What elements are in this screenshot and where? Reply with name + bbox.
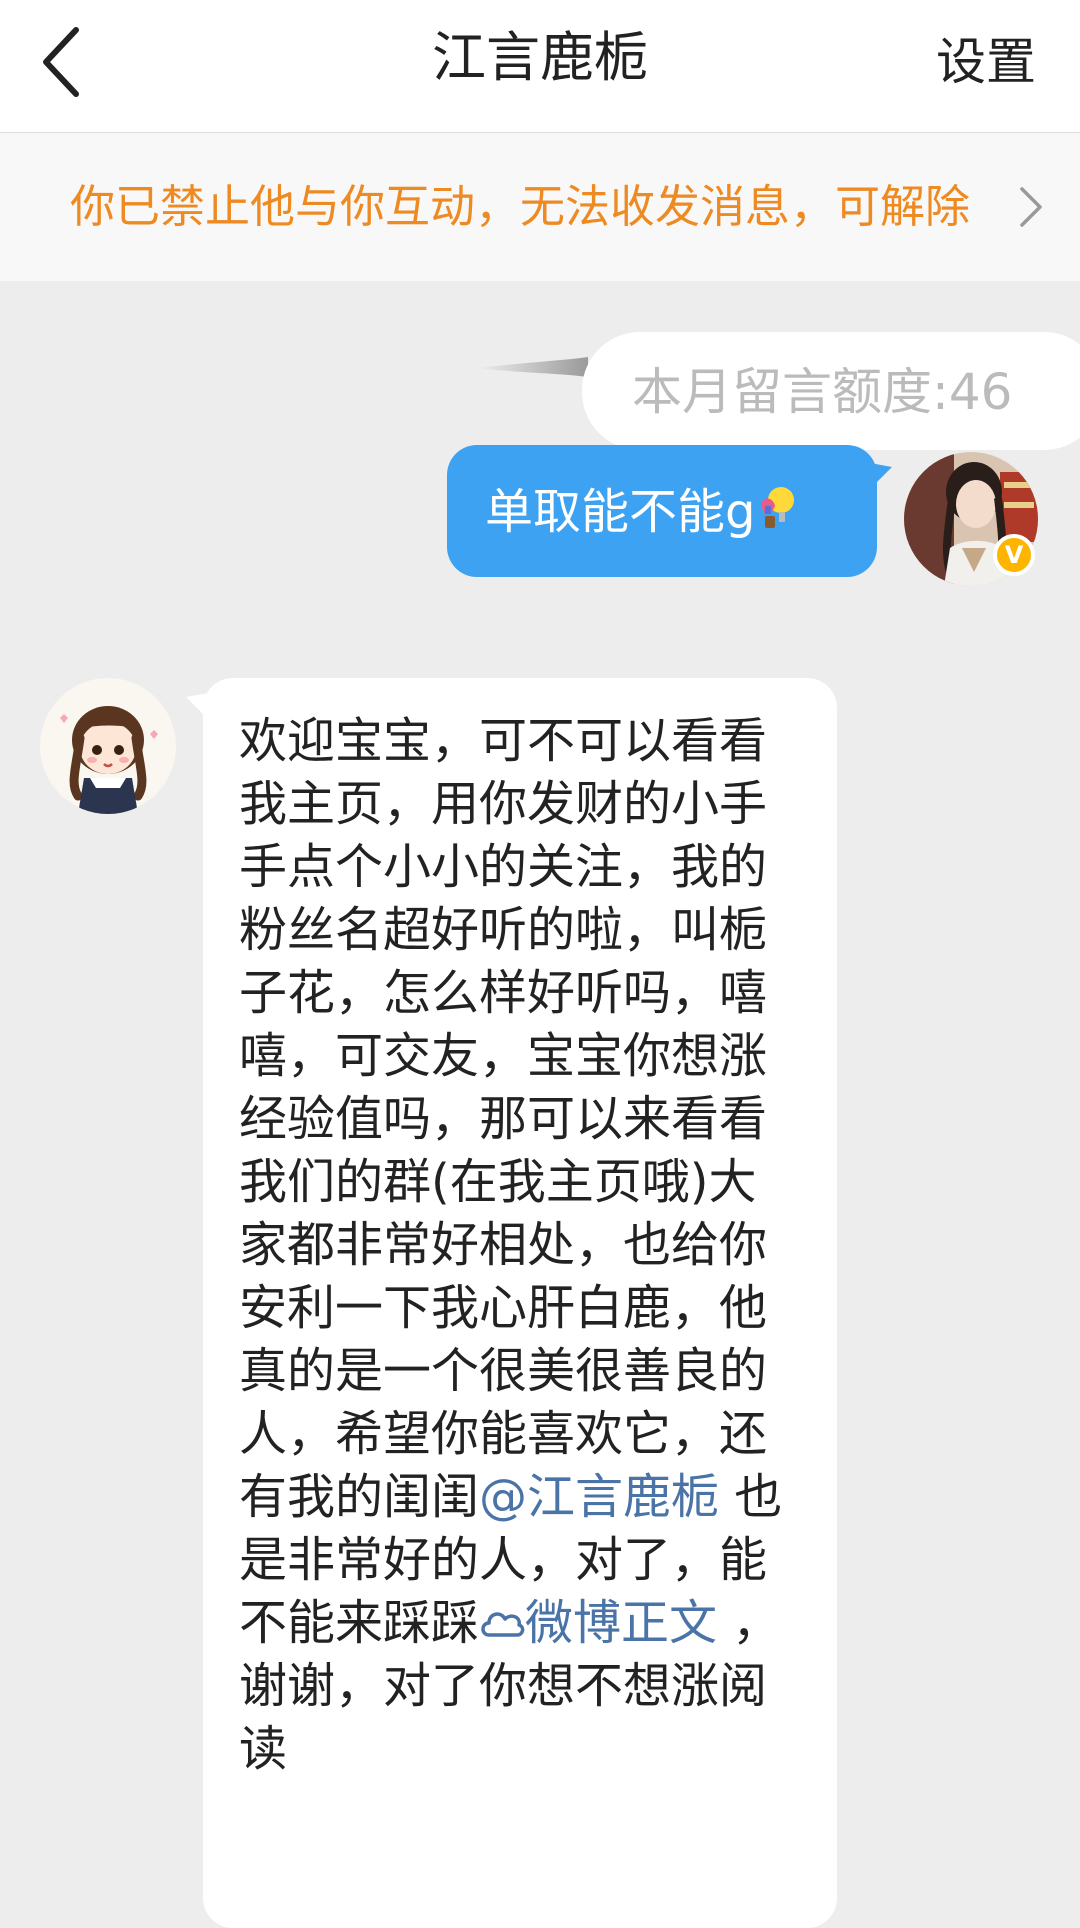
sent-bubble-tail [870,463,892,489]
block-notice-text: 你已禁止他与你互动，无法收发消息，可解除 [70,180,971,233]
cloud-link-icon [481,1612,525,1637]
sent-message-bubble[interactable]: 单取能不能g [447,445,877,577]
chevron-right-icon [1020,187,1042,227]
sent-message-content: 单取能不能g [485,484,756,540]
received-message-text: 欢迎宝宝，可不可以看看我主页，用你发财的小手手点个小小的关注，我的粉丝名超好听的… [239,710,799,1781]
message-quota-bubble: 本月留言额度:46 [582,332,1080,450]
avatar[interactable] [40,678,176,814]
quota-tail-decoration [478,357,588,377]
page-title: 江言鹿栀 [432,26,648,89]
received-text-part1: 欢迎宝宝，可不可以看看我主页，用你发财的小手手点个小小的关注，我的粉丝名超好听的… [239,713,768,1525]
verified-badge-icon: V [993,534,1035,576]
block-notice-banner[interactable]: 你已禁止他与你互动，无法收发消息，可解除 [0,133,1080,281]
hot-air-balloon-lightbulb-icon [761,487,795,528]
message-quota-text: 本月留言额度:46 [632,363,1013,421]
chat-area[interactable]: 本月留言额度:46 单取能不能g V 欢迎宝宝，可不可以看看我主页，用你发财的小… [0,281,1080,1928]
received-message-bubble[interactable]: 欢迎宝宝，可不可以看看我主页，用你发财的小手手点个小小的关注，我的粉丝名超好听的… [203,678,837,1928]
header-bar: 江言鹿栀 设置 [0,0,1080,133]
weibo-post-link[interactable]: 微博正文 [525,1595,717,1651]
settings-button[interactable]: 设置 [936,30,1036,94]
sent-message-text: 单取能不能g [485,483,799,541]
mention-link[interactable]: @江言鹿栀 [479,1469,719,1525]
